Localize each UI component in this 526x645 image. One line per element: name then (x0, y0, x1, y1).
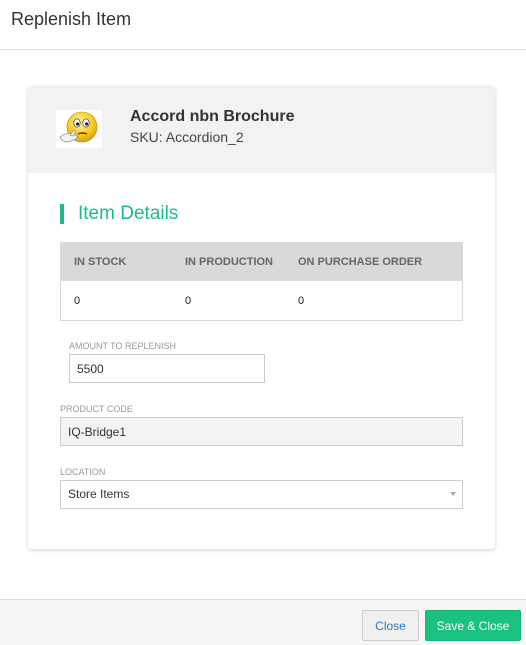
modal-header: Replenish Item (0, 0, 526, 50)
modal-footer: Close Save & Close (0, 599, 526, 645)
header-on-purchase-order: ON PURCHASE ORDER (298, 256, 423, 268)
table-row: 0 0 0 (61, 281, 462, 320)
item-header: Accord nbn Brochure SKU: Accordion_2 (28, 86, 495, 173)
stock-table-header: IN STOCK IN PRODUCTION ON PURCHASE ORDER (61, 243, 462, 281)
header-in-stock: IN STOCK (74, 256, 127, 268)
amount-label: AMOUNT TO REPLENISH (69, 341, 177, 351)
section-title: Item Details (60, 204, 178, 224)
item-sku: SKU: Accordion_2 (130, 129, 244, 145)
value-on-purchase-order: 0 (298, 294, 305, 307)
location-selected-value: Store Items (68, 487, 130, 501)
item-name: Accord nbn Brochure (130, 108, 295, 125)
item-card: Accord nbn Brochure SKU: Accordion_2 Ite… (28, 86, 495, 549)
save-close-button[interactable]: Save & Close (425, 610, 521, 641)
location-label: LOCATION (60, 467, 106, 477)
stock-table: IN STOCK IN PRODUCTION ON PURCHASE ORDER… (60, 242, 463, 321)
thinking-emoji-icon (56, 110, 102, 148)
modal-title: Replenish Item (11, 9, 132, 29)
value-in-stock: 0 (74, 294, 81, 307)
chevron-down-icon (450, 492, 456, 496)
value-in-production: 0 (185, 294, 192, 307)
close-button[interactable]: Close (362, 610, 419, 641)
header-in-production: IN PRODUCTION (185, 256, 273, 268)
amount-input[interactable] (69, 354, 265, 383)
location-select[interactable]: Store Items (60, 480, 463, 509)
product-code-field[interactable] (60, 417, 463, 446)
product-code-label: PRODUCT CODE (60, 404, 133, 414)
